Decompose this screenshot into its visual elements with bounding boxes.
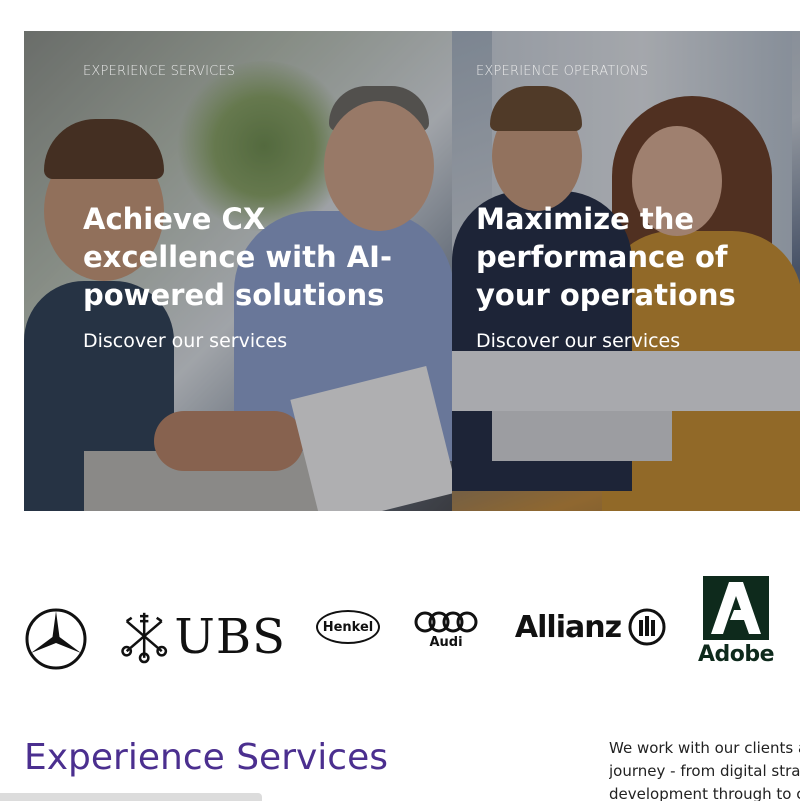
hero-card-content: EXPERIENCE SERVICES Achieve CX excellenc… bbox=[83, 64, 403, 352]
discover-services-link[interactable]: Discover our services bbox=[476, 330, 680, 352]
hero-eyebrow: EXPERIENCE OPERATIONS bbox=[476, 64, 649, 79]
section-intro-line: journey - from digital strat bbox=[609, 762, 800, 780]
adobe-logo: Adobe bbox=[698, 575, 775, 667]
allianz-wordmark: Allianz bbox=[514, 609, 622, 645]
section-intro-text: We work with our clients a journey - fro… bbox=[609, 737, 800, 801]
hero-headline-line: performance of bbox=[476, 240, 728, 274]
allianz-logo: Allianz bbox=[510, 606, 672, 648]
ubs-logo: UBS bbox=[120, 602, 286, 672]
hero-headline-line: excellence with AI- bbox=[83, 240, 392, 274]
hero-eyebrow: EXPERIENCE SERVICES bbox=[83, 64, 236, 79]
henkel-logo: Henkel bbox=[315, 607, 381, 647]
hero-headline: Maximize the performance of your operati… bbox=[476, 200, 776, 314]
hero-headline: Achieve CX excellence with AI- powered s… bbox=[83, 200, 403, 314]
mercedes-logo bbox=[24, 607, 88, 671]
ubs-keys-icon bbox=[121, 612, 168, 664]
hero-card-experience-services[interactable]: EXPERIENCE SERVICES Achieve CX excellenc… bbox=[24, 31, 452, 511]
henkel-wordmark: Henkel bbox=[316, 610, 380, 644]
ubs-wordmark: UBS bbox=[174, 609, 286, 665]
hero-headline-line: your operations bbox=[476, 278, 736, 312]
hero-headline-line: Maximize the bbox=[476, 202, 695, 236]
allianz-eagle-icon bbox=[628, 608, 666, 646]
hero-card-experience-operations[interactable]: EXPERIENCE OPERATIONS Maximize the perfo… bbox=[452, 31, 800, 511]
audi-wordmark: Audi bbox=[429, 635, 463, 650]
mercedes-star-icon bbox=[25, 608, 87, 670]
discover-services-link[interactable]: Discover our services bbox=[83, 330, 287, 352]
hero-headline-line: powered solutions bbox=[83, 278, 385, 312]
section-title: Experience Services bbox=[24, 737, 389, 778]
hero-headline-line: Achieve CX bbox=[83, 202, 266, 236]
hero-banner: EXPERIENCE SERVICES Achieve CX excellenc… bbox=[24, 31, 800, 511]
client-logos: UBS Henkel Audi Allianz Adobe bbox=[24, 570, 800, 680]
adobe-wordmark: Adobe bbox=[697, 641, 775, 667]
audi-rings-icon bbox=[414, 611, 478, 633]
cookie-bar-edge bbox=[0, 793, 262, 801]
hero-card-content: EXPERIENCE OPERATIONS Maximize the perfo… bbox=[476, 64, 776, 352]
section-intro-line: We work with our clients a bbox=[609, 739, 800, 757]
audi-logo: Audi bbox=[413, 605, 479, 655]
section-intro-line: development through to c bbox=[609, 785, 800, 801]
adobe-a-icon bbox=[703, 575, 769, 640]
